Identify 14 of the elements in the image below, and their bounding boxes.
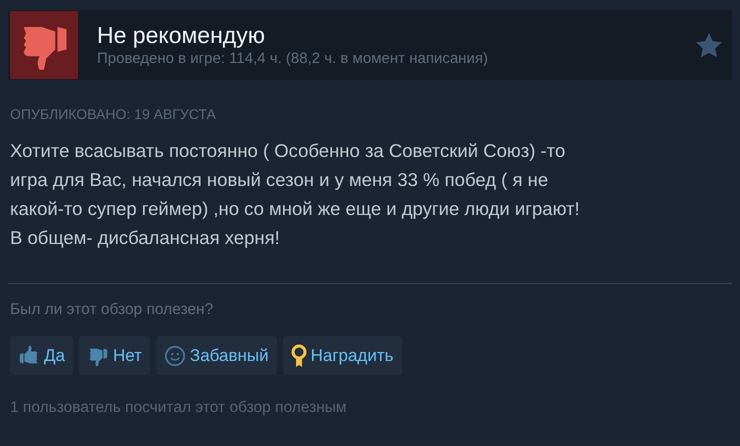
review-verdict: Не рекомендую (97, 21, 266, 49)
smile-icon (164, 344, 186, 366)
review-text: Хотите всасывать постоянно ( Особенно за Советский Союз) -то игра для Вас, начался новый сезон и у меня 33 % побед ( я не какой-то супер геймер) ,но со мной же еще и другие люди играют! В общем- дисбалансная херня! (10, 139, 581, 250)
yes-button[interactable]: Да (10, 336, 73, 375)
helpful-question: Был ли этот обзор полезен? (10, 301, 214, 319)
posted-date: ОПУБЛИКОВАНО: 19 АВГУСТА (10, 106, 217, 122)
thumbs-up-icon (18, 344, 40, 366)
funny-button[interactable]: Забавный (156, 336, 277, 375)
star-icon[interactable] (696, 32, 722, 58)
award-icon (290, 344, 307, 368)
award-button[interactable]: Наградить (282, 336, 402, 375)
playtime: Проведено в игре: 114,4 ч. (88,2 ч. в момент написания) (97, 49, 489, 69)
helpful-count: 1 пользователь посчитал этот обзор полезным (10, 399, 348, 417)
no-button[interactable]: Нет (78, 336, 150, 375)
